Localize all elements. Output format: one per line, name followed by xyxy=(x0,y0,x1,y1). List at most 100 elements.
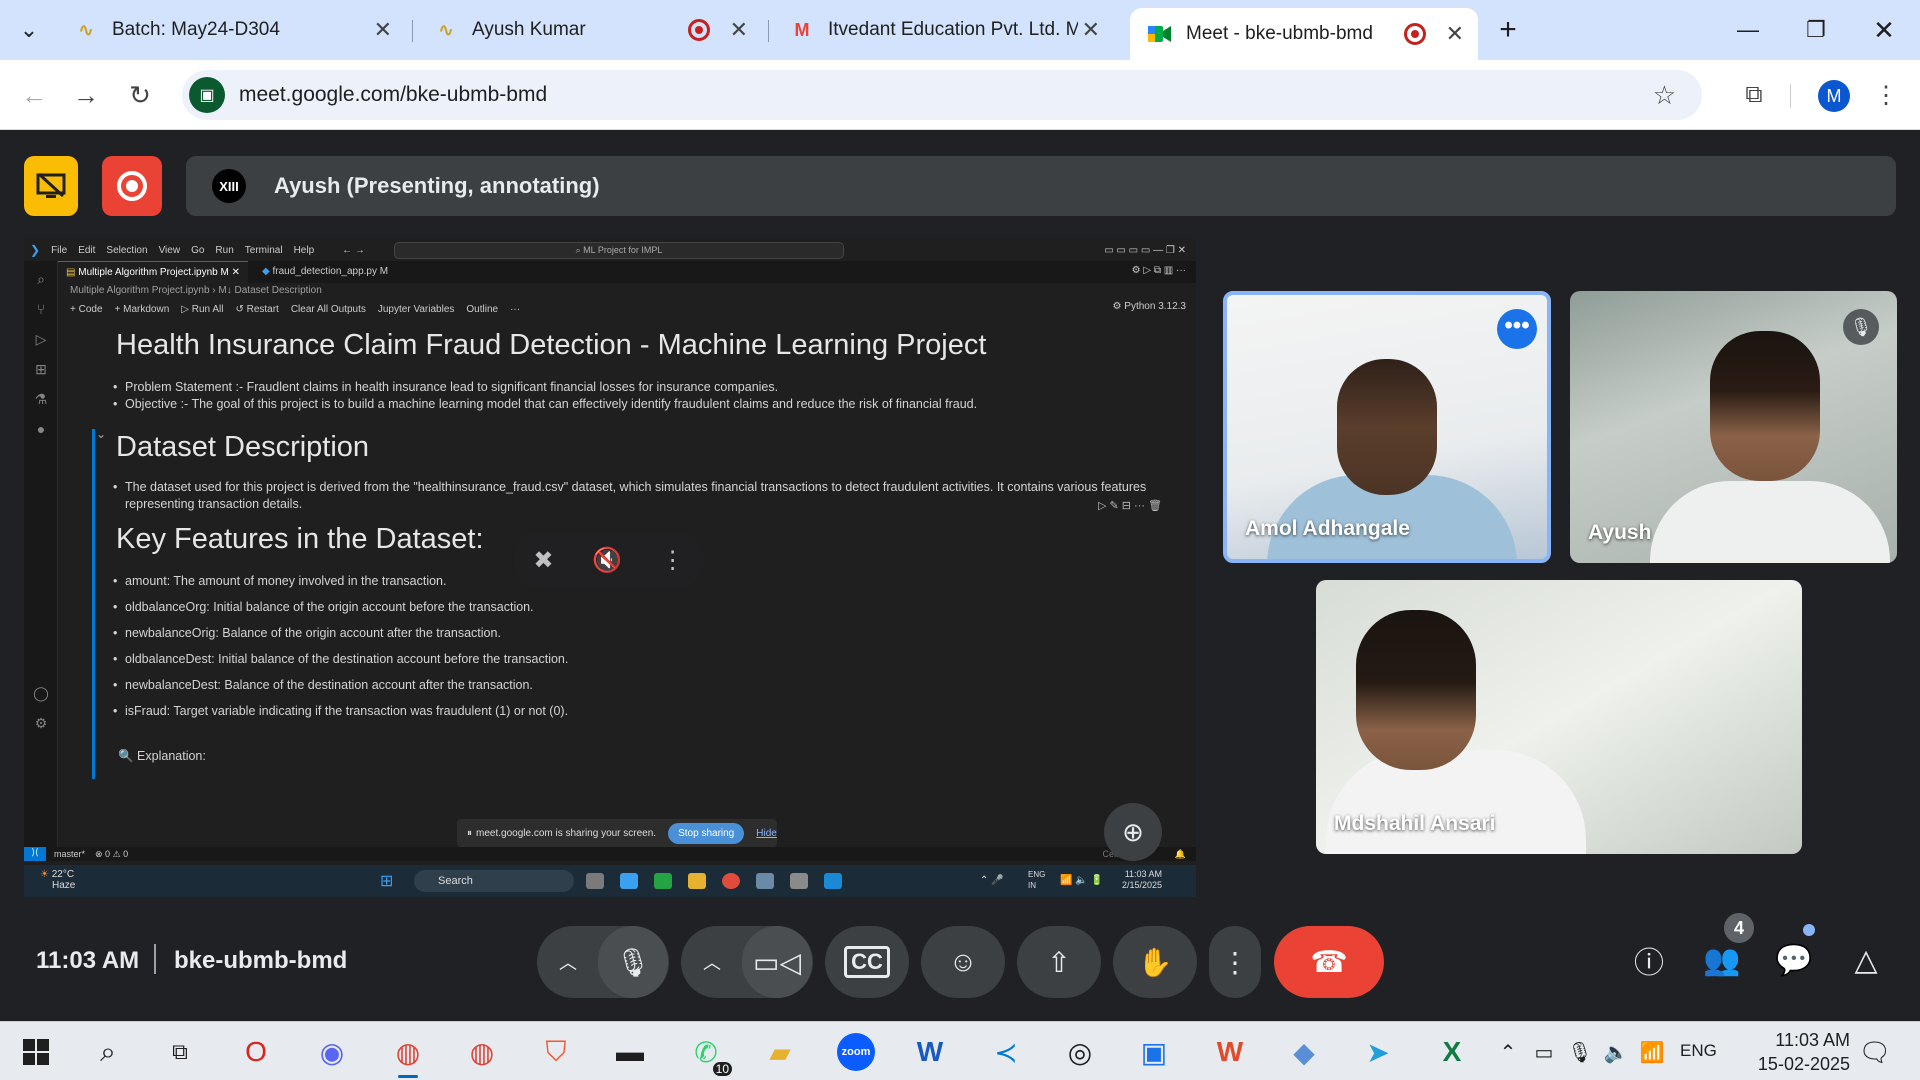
tab-python-file[interactable]: ◆ fraud_detection_app.py M xyxy=(254,261,396,283)
address-bar[interactable]: ▣ meet.google.com/bke-ubmb-bmd ☆ xyxy=(182,70,1702,120)
outline-button[interactable]: Outline xyxy=(466,304,498,315)
chevron-up-icon[interactable]: ︿ xyxy=(682,949,742,975)
menu-go[interactable]: Go xyxy=(191,245,204,256)
leave-call-button[interactable]: ☎ xyxy=(1274,926,1384,998)
raise-hand-button[interactable]: ✋ xyxy=(1113,926,1197,998)
source-control-icon[interactable]: ⑂ xyxy=(32,301,50,319)
video-app-icon[interactable]: ▣ xyxy=(1134,1032,1174,1072)
microphone-icon[interactable]: 🎙 xyxy=(1560,1032,1600,1072)
stop-presenting-button[interactable] xyxy=(24,156,78,216)
telegram-icon[interactable]: ➤ xyxy=(1358,1032,1398,1072)
windows-start-icon[interactable] xyxy=(16,1032,56,1072)
reload-icon[interactable]: ↻ xyxy=(120,75,160,115)
task-view-icon[interactable]: ⧉ xyxy=(160,1032,200,1072)
close-icon[interactable]: ✕ xyxy=(374,17,392,43)
camera-button[interactable]: ▭◁ xyxy=(742,926,812,998)
clear-outputs-button[interactable]: Clear All Outputs xyxy=(291,304,366,315)
jupyter-variables-button[interactable]: Jupyter Variables xyxy=(378,304,455,315)
browser-tab-meet[interactable]: Meet - bke-ubmb-bmd ✕ xyxy=(1130,8,1478,60)
language-indicator[interactable]: ENG xyxy=(1680,1041,1717,1061)
recording-button[interactable] xyxy=(102,156,162,216)
chrome-icon[interactable]: ◍ xyxy=(462,1032,502,1072)
discord-icon[interactable]: ◉ xyxy=(312,1032,352,1072)
participant-tile-ayush[interactable]: 🎙 Ayush xyxy=(1570,291,1897,563)
kebab-menu-icon[interactable]: ⋮ xyxy=(1866,75,1906,115)
file-explorer-icon[interactable]: ▰ xyxy=(760,1032,800,1072)
site-settings-icon[interactable]: ▣ xyxy=(189,77,225,113)
vscode-icon[interactable]: ≺ xyxy=(986,1032,1026,1072)
back-icon[interactable]: ← xyxy=(14,75,54,115)
opera-icon[interactable]: O xyxy=(236,1032,276,1072)
run-debug-icon[interactable]: ▷ xyxy=(32,331,50,349)
tab-notebook[interactable]: ▤ Multiple Algorithm Project.ipynb M ✕ xyxy=(58,261,249,283)
nav-arrows-icon[interactable]: ← → xyxy=(342,245,365,256)
close-icon[interactable]: ✕ xyxy=(1446,21,1464,47)
menu-selection[interactable]: Selection xyxy=(106,245,147,256)
whatsapp-icon[interactable]: ✆ 10 xyxy=(686,1032,732,1076)
editor-actions-icon[interactable]: ⚙ ▷ ⧉ ▥ ··· xyxy=(1132,265,1186,276)
add-code-button[interactable]: + Code xyxy=(70,304,103,315)
more-button[interactable]: ··· xyxy=(510,304,520,315)
menu-file[interactable]: File xyxy=(51,245,67,256)
excel-icon[interactable]: X xyxy=(1432,1032,1472,1072)
zoom-in-button[interactable]: ⊕ xyxy=(1104,803,1162,861)
chevron-down-icon[interactable]: ⌄ xyxy=(96,427,106,441)
volume-icon[interactable]: 🔈 xyxy=(1596,1032,1636,1072)
menu-edit[interactable]: Edit xyxy=(78,245,95,256)
kernel-picker[interactable]: ⚙ Python 3.12.3 xyxy=(1113,301,1186,312)
more-options-icon[interactable]: ⋮ xyxy=(661,546,685,575)
meeting-info-button[interactable]: ⓘ xyxy=(1627,938,1671,982)
reactions-button[interactable]: ☺ xyxy=(921,926,1005,998)
new-tab-icon[interactable]: + xyxy=(1478,10,1538,50)
command-search[interactable]: ⌕ ML Project for IMPL xyxy=(394,242,844,259)
run-all-button[interactable]: ▷ Run All xyxy=(181,304,223,315)
notes-app-icon[interactable]: ◆ xyxy=(1284,1032,1324,1072)
search-icon[interactable]: ⌕ xyxy=(32,271,50,289)
stop-sharing-button[interactable]: Stop sharing xyxy=(668,822,745,844)
browser-tab-gmail[interactable]: M Itvedant Education Pvt. Ltd. Ma ✕ xyxy=(772,8,1114,52)
notification-icon[interactable]: 🗨 xyxy=(1855,1032,1895,1072)
participant-tile-mdshahil[interactable]: Mdshahil Ansari xyxy=(1316,580,1802,854)
tab-search-chevron-icon[interactable]: ⌄ xyxy=(4,10,54,50)
extensions-icon[interactable]: ⧉ xyxy=(1734,75,1774,115)
battery-icon[interactable]: ▭ xyxy=(1524,1032,1564,1072)
browser-tab-batch[interactable]: ∿ Batch: May24-D304 ✕ xyxy=(56,8,406,52)
wifi-icon[interactable]: 📶 xyxy=(1632,1032,1672,1072)
mute-icon[interactable]: 🔇 xyxy=(592,546,622,575)
minimize-icon[interactable]: — xyxy=(1718,10,1778,50)
participant-tile-amol[interactable]: ••• Amol Adhangale xyxy=(1223,291,1551,563)
brave-icon[interactable]: ⛉ xyxy=(536,1032,576,1072)
hide-link[interactable]: Hide xyxy=(756,828,777,839)
more-options-icon[interactable]: ••• xyxy=(1497,309,1537,349)
search-icon[interactable]: ⌕ xyxy=(88,1032,128,1072)
zoom-icon[interactable]: zoom xyxy=(836,1032,876,1072)
system-clock[interactable]: 11:03 AM 15-02-2025 xyxy=(1740,1028,1850,1076)
bell-icon[interactable]: 🔔 xyxy=(1175,849,1186,860)
json-icon[interactable]: ● xyxy=(32,421,50,439)
menu-run[interactable]: Run xyxy=(215,245,233,256)
add-markdown-button[interactable]: + Markdown xyxy=(115,304,170,315)
account-icon[interactable]: ◯ xyxy=(32,685,50,703)
window-close-icon[interactable]: ✕ xyxy=(1854,10,1914,50)
menu-terminal[interactable]: Terminal xyxy=(245,245,283,256)
show-hidden-icons[interactable]: ⌃ xyxy=(1488,1032,1528,1072)
chevron-up-icon[interactable]: ︿ xyxy=(538,949,598,975)
bookmark-star-icon[interactable]: ☆ xyxy=(1653,80,1676,111)
word-icon[interactable]: W xyxy=(910,1032,950,1072)
terminal-icon[interactable]: ▬ xyxy=(610,1032,650,1072)
wps-icon[interactable]: W xyxy=(1210,1032,1250,1072)
menu-view[interactable]: View xyxy=(159,245,181,256)
problems-count[interactable]: ⊗ 0 ⚠ 0 xyxy=(95,849,128,860)
settings-gear-icon[interactable]: ⚙ xyxy=(32,715,50,733)
microphone-button[interactable]: 🎙 xyxy=(598,926,668,998)
window-controls-icon[interactable]: ▭ ▭ ▭ ▭ — ❐ ✕ xyxy=(1104,245,1186,256)
close-icon[interactable]: ✕ xyxy=(1082,17,1100,43)
chat-button[interactable]: 💬 xyxy=(1772,938,1816,982)
activities-button[interactable]: △ xyxy=(1844,938,1888,982)
forward-icon[interactable]: → xyxy=(66,75,106,115)
browser-tab-ayush[interactable]: ∿ Ayush Kumar ✕ xyxy=(416,8,762,52)
obs-icon[interactable]: ◎ xyxy=(1060,1032,1100,1072)
chrome-profile-icon[interactable]: ◍ xyxy=(388,1032,428,1078)
restore-icon[interactable]: ❐ xyxy=(1786,10,1846,50)
present-button[interactable]: ⇧ xyxy=(1017,926,1101,998)
